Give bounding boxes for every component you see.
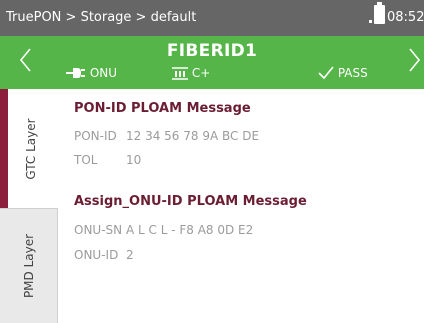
clock: 08:52 [387,10,424,25]
tab-pmd-layer[interactable]: PMD Layer [0,208,58,323]
checkmark-icon [318,66,334,80]
pass-indicator: PASS [318,66,368,84]
section-title: Assign_ONU-ID PLOAM Message [74,194,307,209]
tab-gtc-layer[interactable]: GTC Layer [0,89,58,208]
onu-sn-value: A L C L - F8 A8 0D E2 [126,223,254,237]
section-title: PON-ID PLOAM Message [74,101,251,116]
tol-value: 10 [126,153,142,167]
onu-indicator: ONU [66,66,117,84]
chevron-right-icon[interactable] [404,45,424,75]
status-bar: TruePON > Storage > default 08:52 [0,0,424,36]
gtc-layer-panel: PON-ID PLOAM Message PON-ID 12 34 56 78 … [58,89,424,323]
signal-indicator: C+ [172,66,210,84]
breadcrumb: TruePON > Storage > default [6,10,197,25]
layer-tabs: GTC Layer PMD Layer [0,89,58,323]
field-label: ONU-SN [74,223,123,237]
signal-icon [172,67,188,80]
field-label: PON-ID [74,129,117,143]
onu-id-value: 2 [126,248,134,262]
status-dot [369,20,372,23]
plug-icon [66,68,85,78]
fiber-id-title: FIBERID1 [166,41,258,61]
pass-label: PASS [337,66,368,80]
battery-icon [374,2,385,24]
field-label: TOL [74,153,98,167]
signal-label: C+ [191,66,211,80]
pon-id-value: 12 34 56 78 9A BC DE [126,129,260,143]
tab-label: GTC Layer [24,117,38,180]
tab-label: PMD Layer [22,233,36,299]
field-label: ONU-ID [74,248,119,262]
onu-label: ONU [89,66,118,80]
result-header: FIBERID1 ONU C+ PASS [0,36,424,89]
